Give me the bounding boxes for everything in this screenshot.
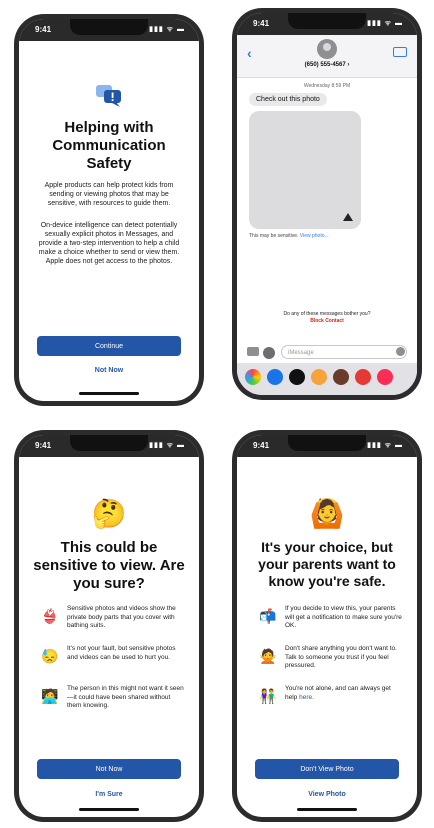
sensitive-text: This may be sensitive.: [249, 233, 299, 239]
not-now-button[interactable]: Not Now: [37, 759, 181, 779]
bother-prompt: Do any of these messages bother you?: [283, 311, 371, 317]
music-icon[interactable]: [377, 369, 393, 385]
person-refusing-icon: 🙅: [259, 648, 277, 664]
conversation-header: ‹ (650) 555-4567 ›: [237, 35, 417, 78]
info-item: 🧑‍💻 The person in this might not want it…: [41, 685, 185, 717]
im-sure-button[interactable]: I'm Sure: [19, 791, 199, 798]
info-item: 🙅 Don't share anything you don't want to…: [259, 645, 403, 677]
chat-exclamation-icon: [96, 85, 122, 107]
messages-screen: 9:41 ▮▮▮ ᯤ ▬ ‹ (650) 555-4567 › Wednesda…: [237, 13, 417, 395]
info-item: 😓 It's not your fault, but sensitive pho…: [41, 645, 185, 677]
app-store-icon[interactable]: [263, 347, 275, 359]
notch: [70, 19, 148, 35]
thinking-face-icon: 🤔: [91, 498, 127, 529]
status-time: 9:41: [35, 441, 52, 450]
message-bubble[interactable]: Check out this photo: [249, 93, 327, 106]
continue-button[interactable]: Continue: [37, 336, 181, 356]
signal-icon: ▮▮▮ ᯤ ▬: [149, 442, 185, 449]
view-photo-button[interactable]: View Photo: [237, 791, 417, 798]
warning-triangle-icon: [343, 213, 353, 221]
status-time: 9:41: [35, 25, 52, 34]
animoji-icon[interactable]: [333, 369, 349, 385]
phone-choice: 9:41 ▮▮▮ ᯤ ▬ 🙆 It's your choice, but you…: [232, 430, 422, 822]
home-indicator: [79, 392, 139, 395]
home-indicator: [297, 808, 357, 811]
notch: [70, 435, 148, 451]
contact-avatar[interactable]: [317, 39, 337, 59]
sensitive-screen: 9:41 ▮▮▮ ᯤ ▬ 🤔 This could be sensitive t…: [19, 435, 199, 817]
back-chevron-icon[interactable]: ‹: [247, 45, 252, 61]
info-item-text: You're not alone, and can always get hel…: [285, 685, 403, 702]
info-item-text: Don't share anything you don't want to. …: [285, 645, 397, 669]
info-item: 👫 You're not alone, and can always get h…: [259, 685, 403, 717]
intro-paragraph-2: On-device intelligence can detect potent…: [38, 222, 180, 265]
intro-paragraph-1: Apple products can help protect kids fro…: [44, 182, 174, 207]
contact-number[interactable]: (650) 555-4567 ›: [237, 62, 417, 68]
app-store-app-icon[interactable]: [267, 369, 283, 385]
video-call-icon[interactable]: [393, 47, 407, 57]
message-timestamp: Wednesday 8:59 PM: [303, 83, 351, 89]
search-images-icon[interactable]: [355, 369, 371, 385]
phone-sensitive: 9:41 ▮▮▮ ᯤ ▬ 🤔 This could be sensitive t…: [14, 430, 204, 822]
person-computer-icon: 🧑‍💻: [41, 688, 59, 704]
notification-icon: 📬: [259, 608, 277, 624]
blurred-photo[interactable]: [249, 111, 361, 229]
view-photo-link[interactable]: View photo...: [300, 233, 329, 239]
info-item-text: If you decide to view this, your parents…: [285, 605, 402, 629]
audio-icon[interactable]: [396, 347, 405, 356]
intro-screen: 9:41 ▮▮▮ ᯤ ▬ Helping with Communication …: [19, 19, 199, 401]
signal-icon: ▮▮▮ ᯤ ▬: [149, 26, 185, 33]
camera-icon[interactable]: [247, 347, 259, 356]
status-time: 9:41: [253, 441, 270, 450]
photos-app-icon[interactable]: [245, 369, 261, 385]
two-people-icon: 👫: [259, 688, 277, 704]
info-item: 📬 If you decide to view this, your paren…: [259, 605, 403, 637]
sensitive-title: This could be sensitive to view. Are you…: [33, 539, 185, 592]
swimsuit-icon: 👙: [41, 608, 59, 624]
input-bar: iMessage: [237, 343, 417, 363]
intro-title: Helping with Communication Safety: [52, 119, 166, 172]
info-item: 👙 Sensitive photos and videos show the p…: [41, 605, 185, 637]
apple-pay-icon[interactable]: [289, 369, 305, 385]
signal-icon: ▮▮▮ ᯤ ▬: [367, 20, 403, 27]
choice-screen: 9:41 ▮▮▮ ᯤ ▬ 🙆 It's your choice, but you…: [237, 435, 417, 817]
phone-intro: 9:41 ▮▮▮ ᯤ ▬ Helping with Communication …: [14, 14, 204, 406]
sensitive-notice: This may be sensitive. View photo...: [249, 233, 329, 239]
person-gesturing-ok-icon: 🙆: [309, 498, 345, 529]
help-here-link[interactable]: here.: [299, 694, 314, 701]
info-item-text: Sensitive photos and videos show the pri…: [67, 605, 176, 629]
not-now-button[interactable]: Not Now: [19, 367, 199, 374]
home-indicator: [79, 808, 139, 811]
sad-face-icon: 😓: [41, 648, 59, 664]
choice-title: It's your choice, but your parents want …: [258, 539, 396, 589]
dont-view-photo-button[interactable]: Don't View Photo: [255, 759, 399, 779]
info-item-text: The person in this might not want it see…: [67, 685, 184, 709]
memoji-icon[interactable]: [311, 369, 327, 385]
notch: [288, 435, 366, 451]
block-contact-link[interactable]: Block Contact: [237, 318, 417, 324]
imessage-input[interactable]: iMessage: [281, 345, 407, 359]
notch: [288, 13, 366, 29]
signal-icon: ▮▮▮ ᯤ ▬: [367, 442, 403, 449]
info-item-text: It's not your fault, but sensitive photo…: [67, 645, 176, 661]
status-time: 9:41: [253, 19, 270, 28]
app-drawer: [237, 363, 417, 395]
phone-messages: 9:41 ▮▮▮ ᯤ ▬ ‹ (650) 555-4567 › Wednesda…: [232, 8, 422, 400]
